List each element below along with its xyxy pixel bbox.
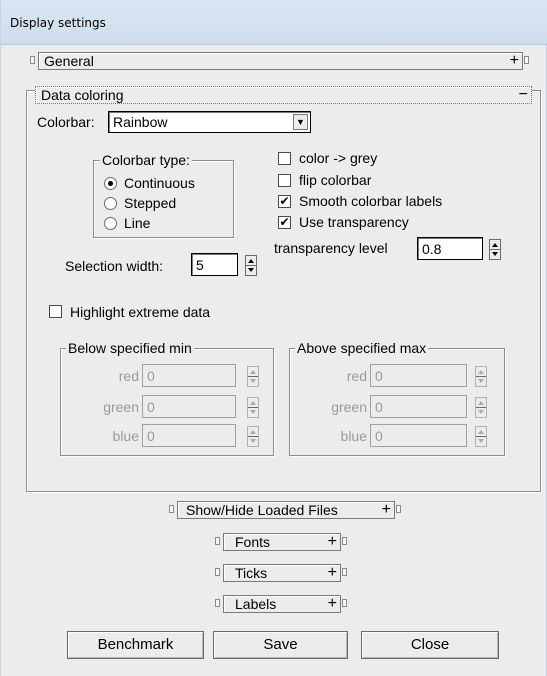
selection-width-input[interactable]: 5 <box>191 253 238 276</box>
section-nub-right <box>342 537 347 545</box>
display-settings-window: Display settings General + Data coloring… <box>0 0 547 676</box>
checkbox-flip-colorbar[interactable] <box>278 174 291 187</box>
above-blue-value: 0 <box>375 428 383 444</box>
above-blue-input[interactable]: 0 <box>370 424 467 447</box>
below-green-input[interactable]: 0 <box>142 395 236 418</box>
above-green-spinner[interactable] <box>475 397 487 418</box>
checkbox-highlight-extreme[interactable] <box>49 305 62 318</box>
section-labels-label: Labels <box>235 596 277 612</box>
section-data-coloring-label: Data coloring <box>41 87 124 103</box>
radio-line-label: Line <box>124 215 151 231</box>
below-green-spinner[interactable] <box>247 397 259 418</box>
section-nub-left <box>169 505 174 513</box>
checkbox-color-grey[interactable] <box>278 152 291 165</box>
section-nub-left <box>215 599 220 607</box>
section-labels[interactable]: Labels + <box>223 595 341 613</box>
collapse-icon[interactable]: − <box>519 86 528 104</box>
radio-stepped-label: Stepped <box>124 195 177 211</box>
above-blue-spinner[interactable] <box>475 426 487 447</box>
below-min-title: Below specified min <box>66 340 194 356</box>
section-nub-left <box>30 56 35 64</box>
section-general-label: General <box>44 53 94 69</box>
selection-width-label: Selection width: <box>65 258 164 274</box>
section-fonts-label: Fonts <box>235 534 271 550</box>
section-data-coloring[interactable]: Data coloring − <box>35 86 532 104</box>
checkbox-smooth-labels[interactable]: ✔ <box>278 195 291 208</box>
above-red-value: 0 <box>375 368 383 384</box>
checkbox-highlight-extreme-label: Highlight extreme data <box>70 304 211 320</box>
colorbar-type-title: Colorbar type: <box>100 152 192 168</box>
checkbox-color-grey-label: color -> grey <box>299 150 378 166</box>
chevron-down-icon[interactable]: ▼ <box>293 114 308 130</box>
radio-continuous[interactable] <box>104 177 117 190</box>
below-blue-value: 0 <box>147 428 155 444</box>
section-show-hide-loaded-files[interactable]: Show/Hide Loaded Files + <box>177 501 395 519</box>
expand-icon[interactable]: + <box>510 52 519 70</box>
above-red-label: red <box>346 368 367 384</box>
checkbox-flip-colorbar-label: flip colorbar <box>299 172 372 188</box>
above-green-value: 0 <box>375 399 383 415</box>
selection-width-spinner[interactable] <box>245 255 257 276</box>
radio-line[interactable] <box>104 217 117 230</box>
benchmark-button[interactable]: Benchmark <box>67 631 204 659</box>
expand-icon[interactable]: + <box>328 533 337 551</box>
below-red-input[interactable]: 0 <box>142 364 236 387</box>
above-green-input[interactable]: 0 <box>370 395 467 418</box>
colorbar-label: Colorbar: <box>37 114 95 130</box>
above-blue-label: blue <box>340 428 367 444</box>
transparency-level-value: 0.8 <box>422 241 442 257</box>
above-max-title: Above specified max <box>295 340 429 356</box>
checkbox-use-transparency[interactable]: ✔ <box>278 216 291 229</box>
close-button[interactable]: Close <box>361 631 499 659</box>
selection-width-value: 5 <box>196 257 204 273</box>
above-green-label: green <box>331 399 367 415</box>
expand-icon[interactable]: + <box>328 595 337 613</box>
below-green-value: 0 <box>147 399 155 415</box>
section-nub-right <box>342 599 347 607</box>
below-red-spinner[interactable] <box>247 366 259 387</box>
section-ticks-label: Ticks <box>235 565 268 581</box>
below-green-label: green <box>103 399 139 415</box>
below-blue-spinner[interactable] <box>247 426 259 447</box>
section-nub-left <box>215 537 220 545</box>
above-red-spinner[interactable] <box>475 366 487 387</box>
below-blue-label: blue <box>112 428 139 444</box>
transparency-level-input[interactable]: 0.8 <box>417 237 483 260</box>
expand-icon[interactable]: + <box>328 564 337 582</box>
colorbar-dropdown[interactable]: Rainbow ▼ <box>108 111 311 133</box>
save-button[interactable]: Save <box>213 631 348 659</box>
radio-stepped[interactable] <box>104 197 117 210</box>
below-red-label: red <box>118 368 139 384</box>
transparency-level-label: transparency level <box>274 240 388 256</box>
checkbox-use-transparency-label: Use transparency <box>299 214 409 230</box>
colorbar-value: Rainbow <box>113 114 168 130</box>
radio-continuous-label: Continuous <box>124 175 195 191</box>
section-nub-right <box>396 505 401 513</box>
section-show-hide-label: Show/Hide Loaded Files <box>186 502 338 518</box>
above-red-input[interactable]: 0 <box>370 364 467 387</box>
section-nub-right <box>524 56 529 64</box>
title-bar: Display settings <box>1 0 547 45</box>
section-ticks[interactable]: Ticks + <box>223 564 341 582</box>
section-fonts[interactable]: Fonts + <box>223 533 341 551</box>
section-nub-left <box>215 568 220 576</box>
section-nub-right <box>342 568 347 576</box>
checkbox-smooth-labels-label: Smooth colorbar labels <box>299 193 443 209</box>
below-red-value: 0 <box>147 368 155 384</box>
expand-icon[interactable]: + <box>382 501 391 519</box>
below-blue-input[interactable]: 0 <box>142 424 236 447</box>
section-general[interactable]: General + <box>38 52 523 70</box>
transparency-spinner[interactable] <box>489 239 501 260</box>
window-title: Display settings <box>10 16 106 30</box>
